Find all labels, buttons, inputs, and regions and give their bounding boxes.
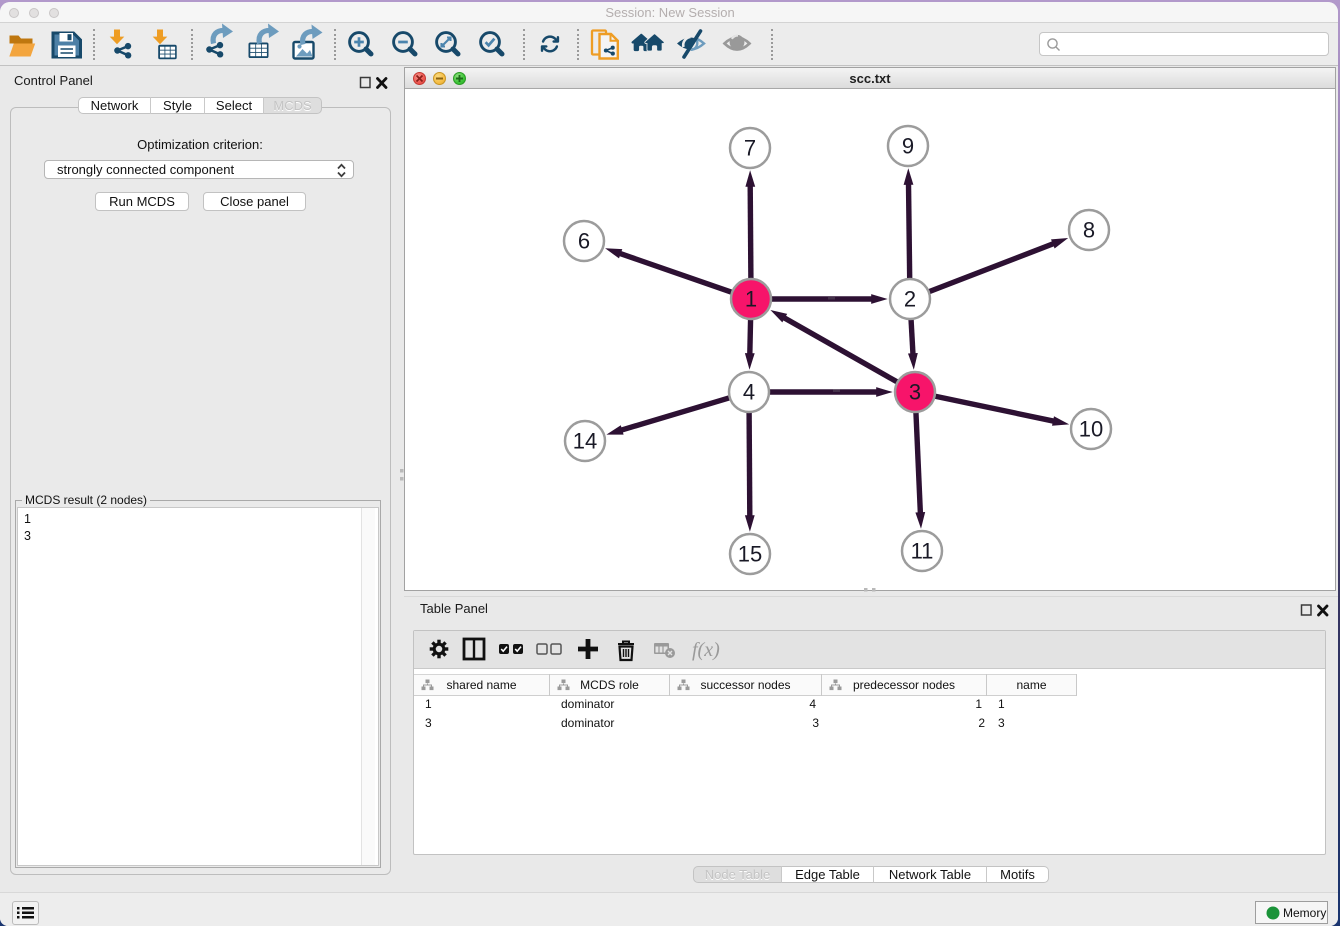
svg-text:6: 6	[578, 229, 590, 254]
svg-text:2: 2	[904, 287, 916, 312]
svg-text:15: 15	[738, 542, 762, 567]
svg-text:3: 3	[909, 380, 921, 405]
svg-text:10: 10	[1079, 417, 1103, 442]
svg-text:11: 11	[911, 539, 934, 564]
svg-text:9: 9	[902, 134, 914, 159]
svg-text:8: 8	[1083, 218, 1095, 243]
svg-text:4: 4	[743, 380, 755, 405]
svg-text:7: 7	[744, 136, 756, 161]
svg-text:1: 1	[745, 287, 757, 312]
svg-text:f(x): f(x)	[692, 639, 720, 661]
svg-text:14: 14	[573, 429, 597, 454]
